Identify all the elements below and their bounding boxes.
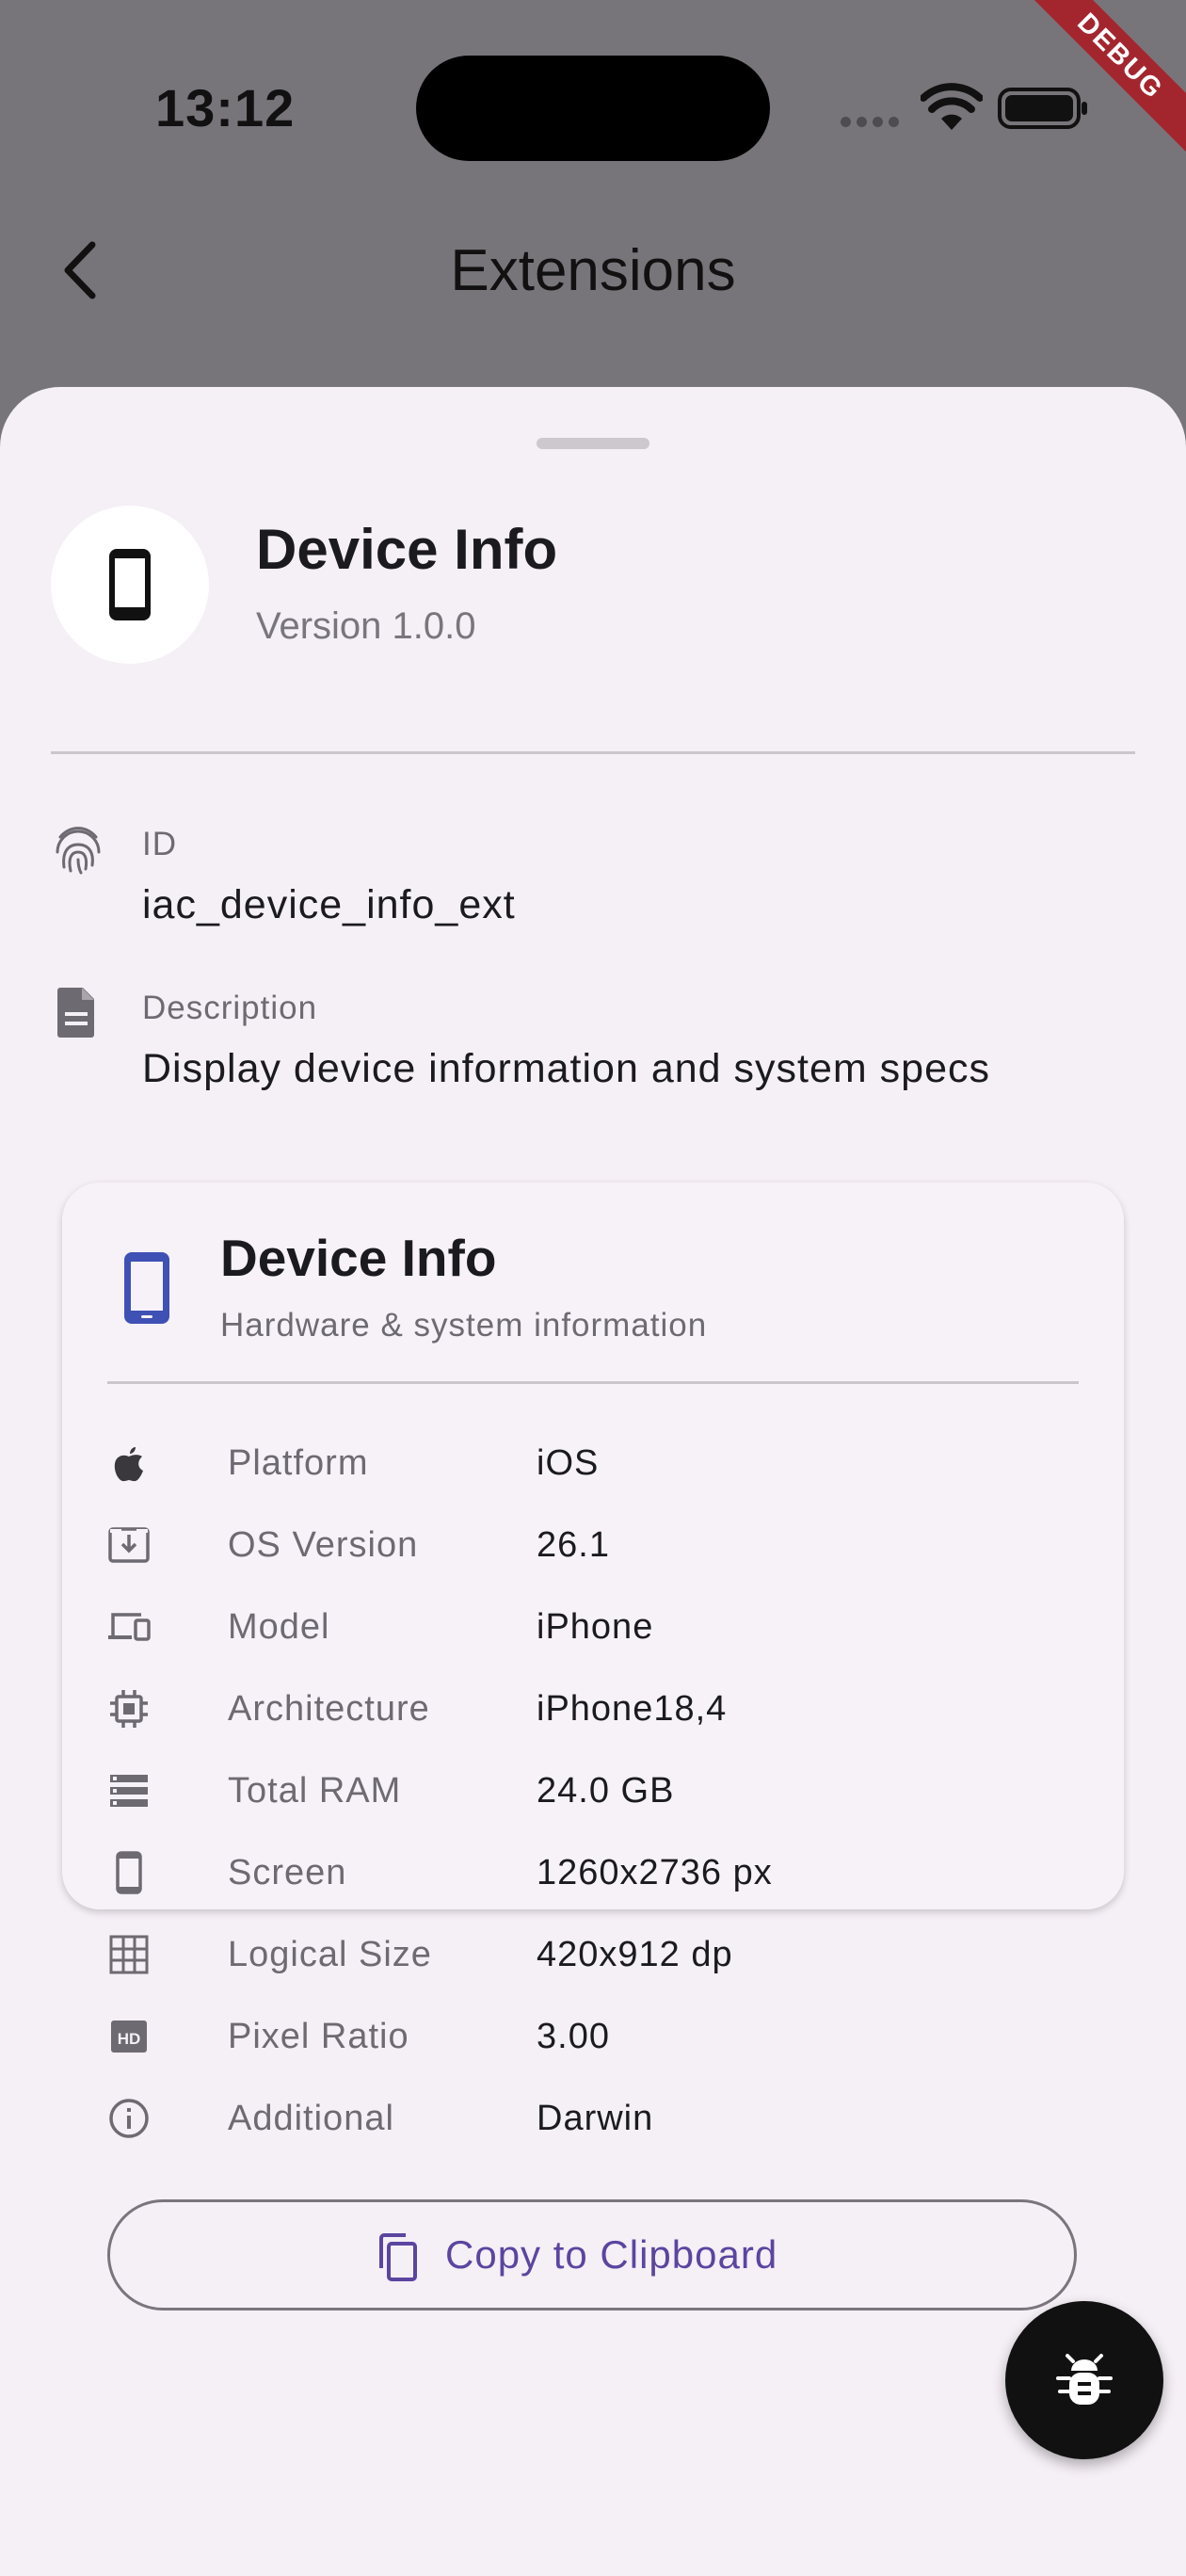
copy-icon [379, 2233, 417, 2281]
status-bar: 13:12 DEBUG [0, 0, 1186, 217]
divider [51, 751, 1135, 754]
copy-button-label: Copy to Clipboard [445, 2232, 778, 2277]
info-row-screen: Screen 1260x2736 px [107, 1842, 1079, 1908]
info-row-platform: Platform iOS [107, 1432, 1079, 1498]
row-value: iOS [537, 1443, 600, 1483]
description-value: Display device information and system sp… [142, 1046, 990, 1091]
apple-icon [114, 1447, 143, 1482]
row-label: Total RAM [228, 1771, 402, 1811]
row-label: Logical Size [228, 1935, 432, 1974]
info-icon [109, 2099, 149, 2138]
bug-icon [1056, 2354, 1113, 2405]
row-value: 420x912 dp [537, 1935, 733, 1974]
system-update-icon [108, 1527, 150, 1563]
row-label: OS Version [228, 1525, 419, 1565]
devices-icon [108, 1613, 151, 1641]
info-row-pixel-ratio: HD Pixel Ratio 3.00 [107, 2005, 1079, 2071]
row-value: Darwin [537, 2099, 654, 2138]
description-label: Description [142, 990, 318, 1026]
row-label: Pixel Ratio [228, 2017, 409, 2056]
row-label: Screen [228, 1853, 347, 1892]
document-icon [57, 988, 94, 1038]
info-row-logical-size: Logical Size 420x912 dp [107, 1924, 1079, 1989]
card-title: Device Info [220, 1229, 497, 1287]
extension-avatar [51, 506, 209, 664]
signal-dots-icon [841, 115, 908, 127]
row-value: 24.0 GB [537, 1771, 675, 1811]
row-value: 26.1 [537, 1525, 610, 1565]
smartphone-icon [109, 549, 151, 620]
row-label: Additional [228, 2099, 394, 2138]
grid-icon [109, 1935, 149, 1974]
debug-fab[interactable] [1005, 2301, 1163, 2459]
page-title: Extensions [450, 238, 736, 303]
wifi-icon [921, 83, 983, 130]
extension-detail-sheet: Device Info Version 1.0.0 ID iac_device_… [0, 387, 1186, 2576]
row-label: Model [228, 1607, 330, 1647]
row-label: Platform [228, 1443, 369, 1483]
card-smartphone-icon [124, 1252, 169, 1324]
id-value: iac_device_info_ext [142, 882, 516, 927]
info-row-total-ram: Total RAM 24.0 GB [107, 1760, 1079, 1826]
info-row-model: Model iPhone [107, 1596, 1079, 1662]
fingerprint-icon [56, 827, 101, 875]
svg-text:HD: HD [118, 2030, 141, 2048]
row-value: iPhone [537, 1607, 654, 1647]
hd-icon: HD [111, 2021, 147, 2053]
storage-icon [110, 1775, 148, 1807]
copy-to-clipboard-button[interactable]: Copy to Clipboard [107, 2199, 1077, 2310]
card-divider [107, 1381, 1079, 1384]
extension-name: Device Info [256, 518, 558, 581]
row-value: 3.00 [537, 2017, 610, 2056]
drag-handle[interactable] [537, 438, 649, 449]
dynamic-island [416, 56, 770, 161]
status-time: 13:12 [155, 78, 296, 137]
debug-banner: DEBUG [998, 0, 1186, 188]
row-label: Architecture [228, 1689, 430, 1729]
id-label: ID [142, 826, 177, 862]
extension-version: Version 1.0.0 [256, 605, 476, 647]
card-subtitle: Hardware & system information [220, 1307, 708, 1344]
phone-icon [116, 1851, 142, 1894]
info-row-os-version: OS Version 26.1 [107, 1514, 1079, 1580]
row-value: 1260x2736 px [537, 1853, 773, 1892]
device-info-card: Device Info Hardware & system informatio… [62, 1183, 1124, 1909]
info-row-additional: Additional Darwin [107, 2087, 1079, 2153]
chip-icon [110, 1690, 148, 1728]
row-value: iPhone18,4 [537, 1689, 728, 1729]
info-row-architecture: Architecture iPhone18,4 [107, 1678, 1079, 1744]
